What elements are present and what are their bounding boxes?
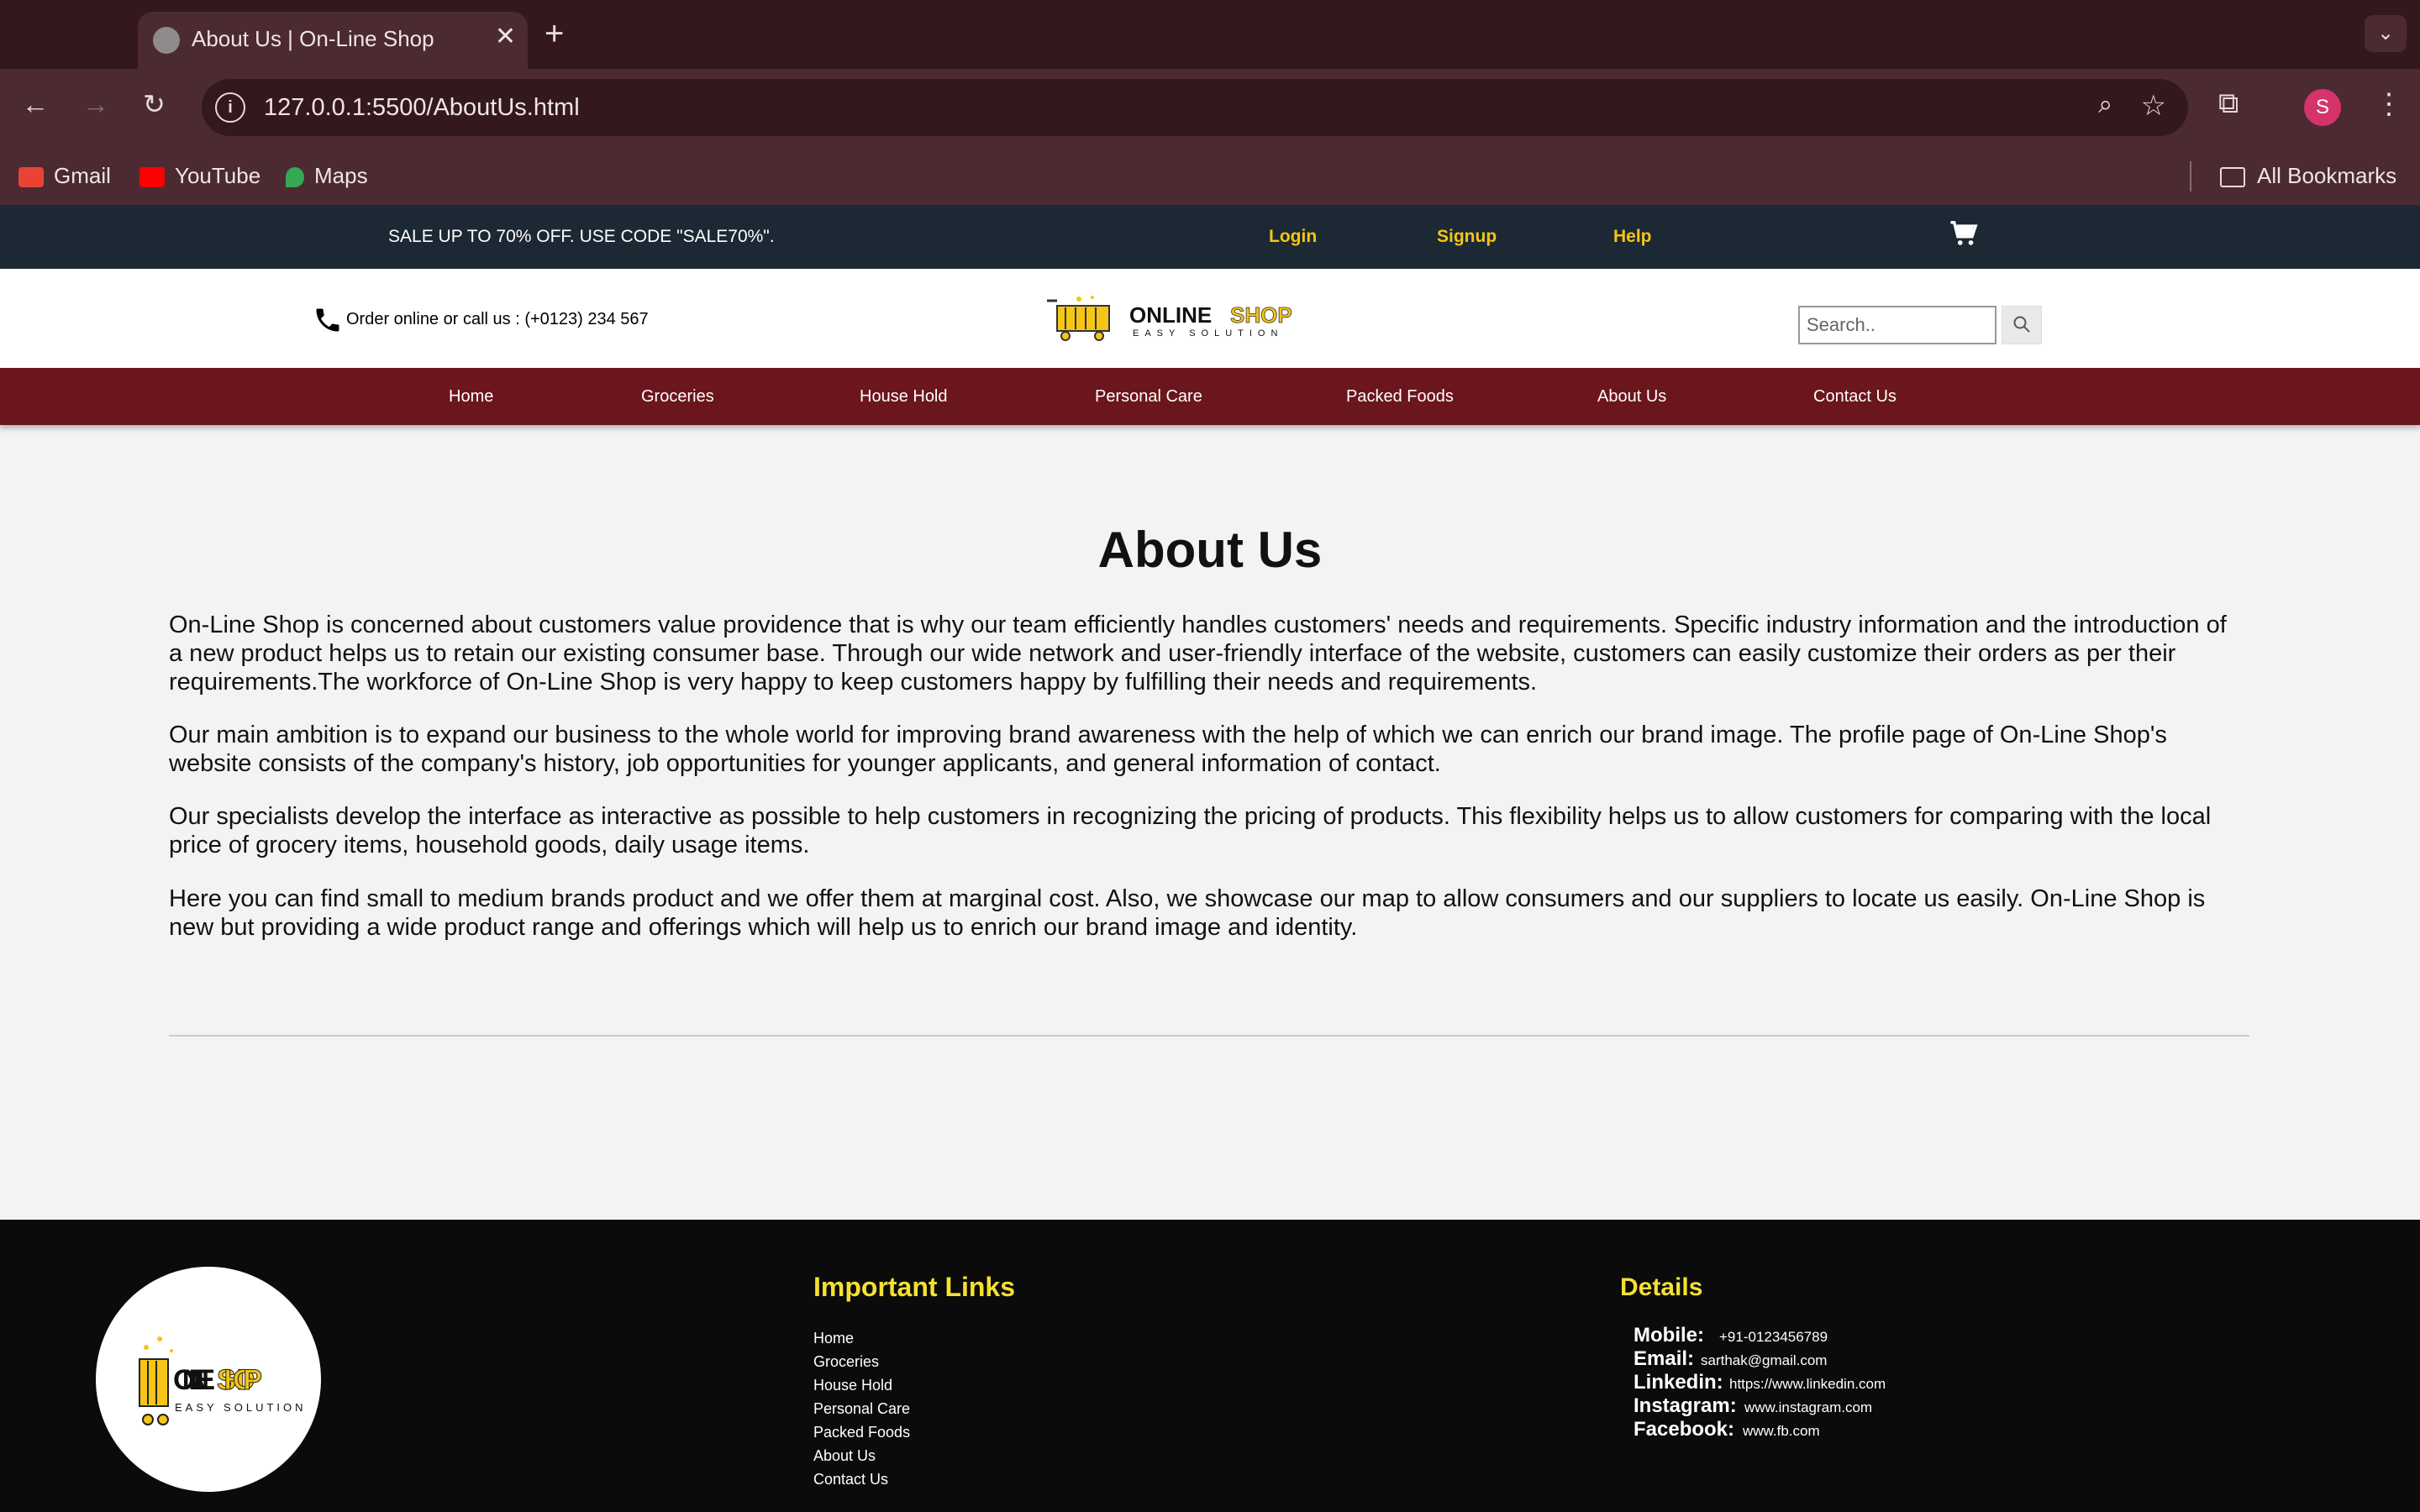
svg-text:EASY SOLUTION: EASY SOLUTION xyxy=(175,1401,307,1414)
svg-text:ONLINE: ONLINE xyxy=(1129,302,1212,328)
browser-toolbar: ← → ↻ i 127.0.0.1:5500/AboutUs.html ⌕ ☆ … xyxy=(0,69,2420,146)
about-paragraph-3: Our specialists develop the interface as… xyxy=(169,803,2212,858)
phone-icon xyxy=(316,308,339,332)
phone-text: Order online or call us : (+0123) 234 56… xyxy=(346,310,649,328)
detail-instagram-label: Instagram: xyxy=(1634,1394,1737,1417)
globe-icon xyxy=(153,27,180,54)
svg-text:SHOP: SHOP xyxy=(1230,302,1292,328)
detail-linkedin-value[interactable]: https://www.linkedin.com xyxy=(1729,1373,1886,1396)
avatar[interactable]: S xyxy=(2304,89,2341,126)
site-footer: ONLINE SHOP EASY SOLUTION Important Link… xyxy=(0,1220,2420,1512)
nav-packed-foods[interactable]: Packed Foods xyxy=(1346,381,1454,412)
bookmarks-divider xyxy=(2190,161,2191,192)
help-link[interactable]: Help xyxy=(1613,222,1652,252)
bookmarks-bar: Gmail YouTube Maps All Bookmarks xyxy=(0,146,2420,205)
details-heading: Details xyxy=(1620,1273,1703,1301)
footer-link-about-us[interactable]: About Us xyxy=(813,1446,876,1465)
about-paragraph-1: On-Line Shop is concerned about customer… xyxy=(169,612,2227,696)
site-header: Order online or call us : (+0123) 234 56… xyxy=(0,269,2420,368)
url-text[interactable]: 127.0.0.1:5500/AboutUs.html xyxy=(264,91,580,124)
search-input[interactable] xyxy=(1798,306,1996,344)
star-icon[interactable]: ☆ xyxy=(2141,89,2166,123)
promo-bar: SALE UP TO 70% OFF. USE CODE "SALE70%". … xyxy=(0,205,2420,269)
reload-icon[interactable]: ↻ xyxy=(143,87,166,121)
nav-contact-us[interactable]: Contact Us xyxy=(1813,381,1897,412)
info-icon[interactable]: i xyxy=(215,92,245,123)
phone-contact: Order online or call us : (+0123) 234 56… xyxy=(313,304,649,335)
nav-home[interactable]: Home xyxy=(449,381,493,412)
detail-mobile-value: +91-0123456789 xyxy=(1719,1329,1828,1345)
tab-title: About Us | On-Line Shop xyxy=(192,26,434,51)
detail-email-value: sarthak@gmail.com xyxy=(1701,1352,1828,1368)
page-title: About Us xyxy=(1097,522,1323,578)
cart-icon[interactable] xyxy=(1949,220,1978,249)
footer-link-house-hold[interactable]: House Hold xyxy=(813,1376,892,1394)
maps-icon xyxy=(286,167,304,188)
footer-link-contact-us[interactable]: Contact Us xyxy=(813,1470,888,1488)
all-bookmarks[interactable]: All Bookmarks xyxy=(2220,160,2396,192)
detail-facebook-value[interactable]: www.fb.com xyxy=(1743,1420,1820,1443)
gmail-icon xyxy=(18,167,44,188)
sale-text: SALE UP TO 70% OFF. USE CODE "SALE70%". xyxy=(388,227,775,246)
footer-link-home[interactable]: Home xyxy=(813,1329,854,1347)
bookmark-maps[interactable]: Maps xyxy=(286,160,368,192)
detail-email-label: Email: xyxy=(1634,1347,1695,1370)
detail-instagram-value[interactable]: www.instagram.com xyxy=(1744,1396,1872,1420)
svg-text:EASY SOLUTION: EASY SOLUTION xyxy=(1133,328,1283,339)
login-link[interactable]: Login xyxy=(1269,222,1317,252)
zoom-icon[interactable]: ⌕ xyxy=(2098,91,2112,119)
bookmark-gmail[interactable]: Gmail xyxy=(18,160,111,192)
browser-tab[interactable]: About Us | On-Line Shop ✕ xyxy=(138,12,528,69)
bookmark-youtube[interactable]: YouTube xyxy=(139,160,260,192)
detail-linkedin-label: Linkedin: xyxy=(1634,1371,1723,1394)
svg-text:ONLINE: ONLINE xyxy=(173,1364,215,1396)
detail-mobile-label: Mobile: xyxy=(1634,1324,1704,1347)
site-logo[interactable]: ONLINE SHOP EASY SOLUTION xyxy=(1045,294,1323,341)
content-divider xyxy=(169,1035,2249,1037)
footer-logo-art: ONLINE SHOP EASY SOLUTION xyxy=(139,1336,307,1425)
main-nav: Home Groceries House Hold Personal Care … xyxy=(0,368,2420,425)
back-icon[interactable]: ← xyxy=(22,87,49,121)
svg-text:SHOP: SHOP xyxy=(217,1364,262,1396)
nav-personal-care[interactable]: Personal Care xyxy=(1095,381,1202,412)
search-button[interactable] xyxy=(2002,306,2042,344)
folder-icon xyxy=(2220,167,2245,188)
address-bar[interactable]: i 127.0.0.1:5500/AboutUs.html ⌕ ☆ xyxy=(202,79,2188,136)
detail-facebook-label: Facebook: xyxy=(1634,1418,1735,1441)
close-icon[interactable]: ✕ xyxy=(495,20,516,54)
important-links-heading: Important Links xyxy=(813,1272,1016,1302)
search-icon xyxy=(2013,316,2030,333)
footer-logo: ONLINE SHOP EASY SOLUTION xyxy=(96,1267,321,1492)
tab-search-chevron-icon[interactable]: ⌄ xyxy=(2365,15,2407,52)
signup-link[interactable]: Signup xyxy=(1437,222,1497,252)
nav-house-hold[interactable]: House Hold xyxy=(860,381,948,412)
browser-tab-bar: About Us | On-Line Shop ✕ + ⌄ xyxy=(0,0,2420,69)
youtube-icon xyxy=(139,167,165,188)
footer-link-packed-foods[interactable]: Packed Foods xyxy=(813,1423,910,1441)
kebab-icon[interactable]: ⋮ xyxy=(2375,87,2403,121)
footer-link-groceries[interactable]: Groceries xyxy=(813,1352,879,1371)
nav-groceries[interactable]: Groceries xyxy=(641,381,714,412)
plus-icon[interactable]: + xyxy=(544,15,564,52)
forward-icon[interactable]: → xyxy=(82,87,109,121)
about-paragraph-4: Here you can find small to medium brands… xyxy=(169,885,2206,941)
nav-about-us[interactable]: About Us xyxy=(1597,381,1666,412)
footer-link-personal-care[interactable]: Personal Care xyxy=(813,1399,910,1418)
about-paragraph-2: Our main ambition is to expand our busin… xyxy=(169,722,2167,777)
extensions-icon[interactable]: ⧉ xyxy=(2218,87,2238,120)
